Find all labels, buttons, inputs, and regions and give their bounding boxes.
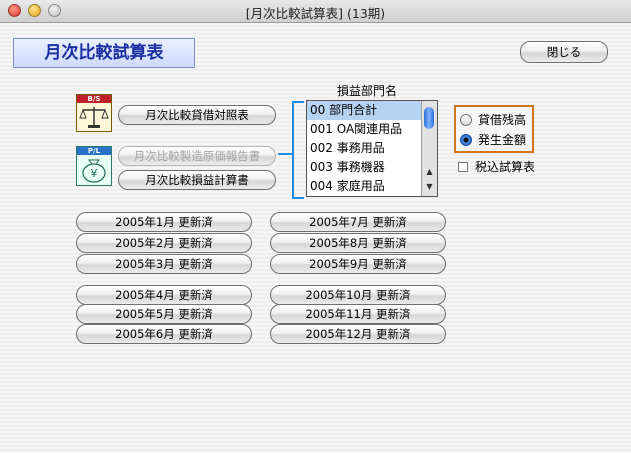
scales-drawing [79, 107, 109, 128]
mode-radio-group: 貸借残高 発生金額 [454, 105, 534, 153]
radio-off-icon[interactable] [460, 114, 472, 126]
list-scrollbar[interactable]: ▲ ▼ [421, 101, 437, 196]
scroll-down-icon[interactable]: ▼ [422, 182, 437, 191]
month-button-7[interactable]: 2005年7月 更新済 [270, 212, 446, 232]
title-bar: [月次比較試算表] (13期) [0, 0, 631, 23]
month-button-1[interactable]: 2005年1月 更新済 [76, 212, 252, 232]
list-item[interactable]: 00 部門合計 [307, 101, 437, 120]
list-item[interactable]: 002 事務用品 [307, 139, 437, 158]
balance-sheet-button[interactable]: 月次比較貸借対照表 [118, 105, 276, 125]
bs-band-label: B/S [77, 95, 111, 103]
list-item[interactable]: 004 家庭用品 [307, 177, 437, 196]
month-button-4[interactable]: 2005年4月 更新済 [76, 285, 252, 305]
connector-line [278, 153, 292, 155]
scroll-thumb[interactable] [424, 107, 434, 129]
svg-text:¥: ¥ [91, 167, 98, 180]
month-button-2[interactable]: 2005年2月 更新済 [76, 233, 252, 253]
close-button[interactable]: 閉じる [520, 41, 608, 63]
pl-band-label: P/L [77, 147, 111, 155]
window-title: [月次比較試算表] (13期) [245, 6, 386, 21]
page-title: 月次比較試算表 [13, 38, 195, 68]
list-item[interactable]: 001 OA関連用品 [307, 120, 437, 139]
list-item[interactable]: 003 事務機器 [307, 158, 437, 177]
month-button-3[interactable]: 2005年3月 更新済 [76, 254, 252, 274]
radio-label: 発生金額 [478, 133, 527, 147]
month-button-9[interactable]: 2005年9月 更新済 [270, 254, 446, 274]
month-button-11[interactable]: 2005年11月 更新済 [270, 304, 446, 324]
department-label: 損益部門名 [336, 84, 397, 98]
checkbox-icon[interactable] [458, 162, 468, 172]
radio-on-icon[interactable] [460, 134, 472, 146]
manufacturing-cost-button[interactable]: 月次比較製造原価報告書 [118, 146, 276, 166]
money-bag-drawing: ¥ [82, 159, 106, 183]
month-button-10[interactable]: 2005年10月 更新済 [270, 285, 446, 305]
checkbox-label: 税込試算表 [475, 160, 536, 174]
income-statement-button[interactable]: 月次比較損益計算書 [118, 170, 276, 190]
month-button-5[interactable]: 2005年5月 更新済 [76, 304, 252, 324]
radio-label: 貸借残高 [478, 113, 527, 127]
app-window: [月次比較試算表] (13期) 月次比較試算表 閉じる B/S 月次比較貸借対照… [0, 0, 631, 453]
month-button-6[interactable]: 2005年6月 更新済 [76, 324, 252, 344]
department-list[interactable]: 00 部門合計 001 OA関連用品 002 事務用品 003 事務機器 004… [306, 100, 438, 197]
scroll-up-icon[interactable]: ▲ [422, 167, 437, 176]
month-button-12[interactable]: 2005年12月 更新済 [270, 324, 446, 344]
month-button-8[interactable]: 2005年8月 更新済 [270, 233, 446, 253]
money-bag-icon: P/L ¥ [76, 146, 112, 186]
scales-icon: B/S [76, 94, 112, 132]
list-bracket [292, 101, 304, 199]
